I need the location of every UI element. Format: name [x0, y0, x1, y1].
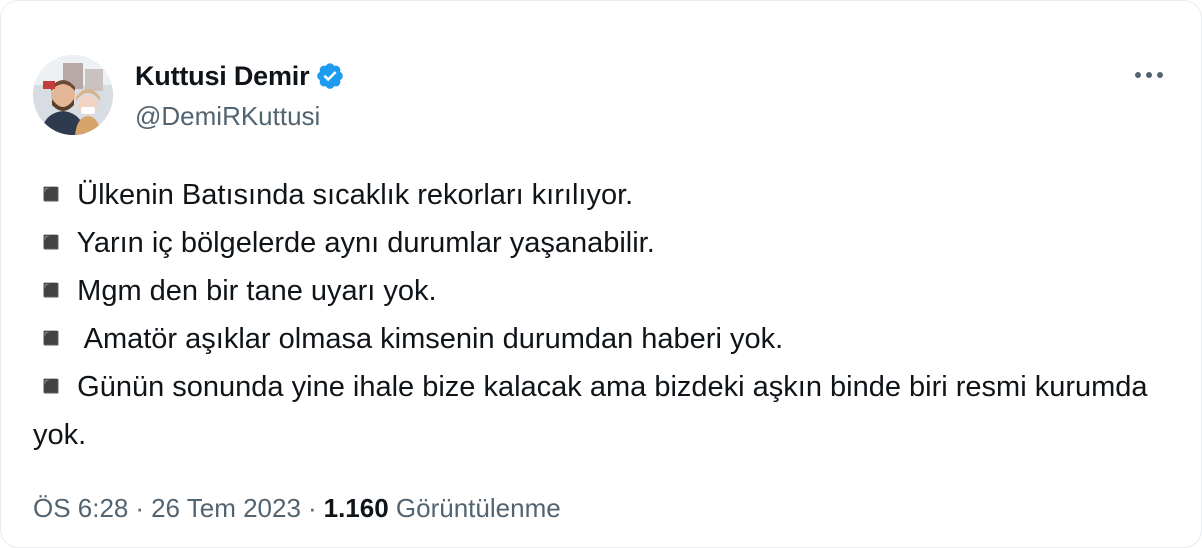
author-info: Kuttusi Demir @DemiRKuttusi [135, 59, 345, 132]
meta-separator: · [135, 493, 145, 523]
views-label: Görüntülenme [395, 493, 561, 523]
tweet-line: ◾️ Mgm den bir tane uyarı yok. [33, 275, 437, 307]
name-row: Kuttusi Demir [135, 59, 345, 93]
views-count: 1.160 [323, 493, 389, 523]
tweet-line: ◾️ Amatör aşıklar olmasa kimsenin durumd… [33, 323, 784, 355]
tweet-date[interactable]: 26 Tem 2023 [151, 493, 301, 523]
meta-separator: · [307, 493, 317, 523]
avatar[interactable] [33, 55, 113, 135]
tweet-header: Kuttusi Demir @DemiRKuttusi [33, 55, 345, 135]
tweet-time[interactable]: ÖS 6:28 [33, 493, 128, 523]
verified-badge-icon[interactable] [315, 61, 345, 91]
more-horizontal-icon [1135, 72, 1163, 78]
more-options-button[interactable] [1131, 63, 1167, 87]
profile-photo-icon [33, 55, 113, 135]
tweet-text: ◾️ Ülkenin Batısında sıcaklık rekorları … [33, 171, 1163, 459]
tweet-line: ◾️ Günün sonunda yine ihale bize kalacak… [33, 371, 1148, 451]
tweet-line: ◾️ Yarın iç bölgelerde aynı durumlar yaş… [33, 227, 655, 259]
tweet-meta: ÖS 6:28 · 26 Tem 2023 · 1.160 Görüntülenme [33, 493, 561, 524]
tweet-card: Kuttusi Demir @DemiRKuttusi ◾️ Ülkenin B… [0, 0, 1202, 548]
tweet-line: ◾️ Ülkenin Batısında sıcaklık rekorları … [33, 179, 634, 211]
author-handle[interactable]: @DemiRKuttusi [135, 101, 345, 132]
display-name[interactable]: Kuttusi Demir [135, 61, 310, 92]
